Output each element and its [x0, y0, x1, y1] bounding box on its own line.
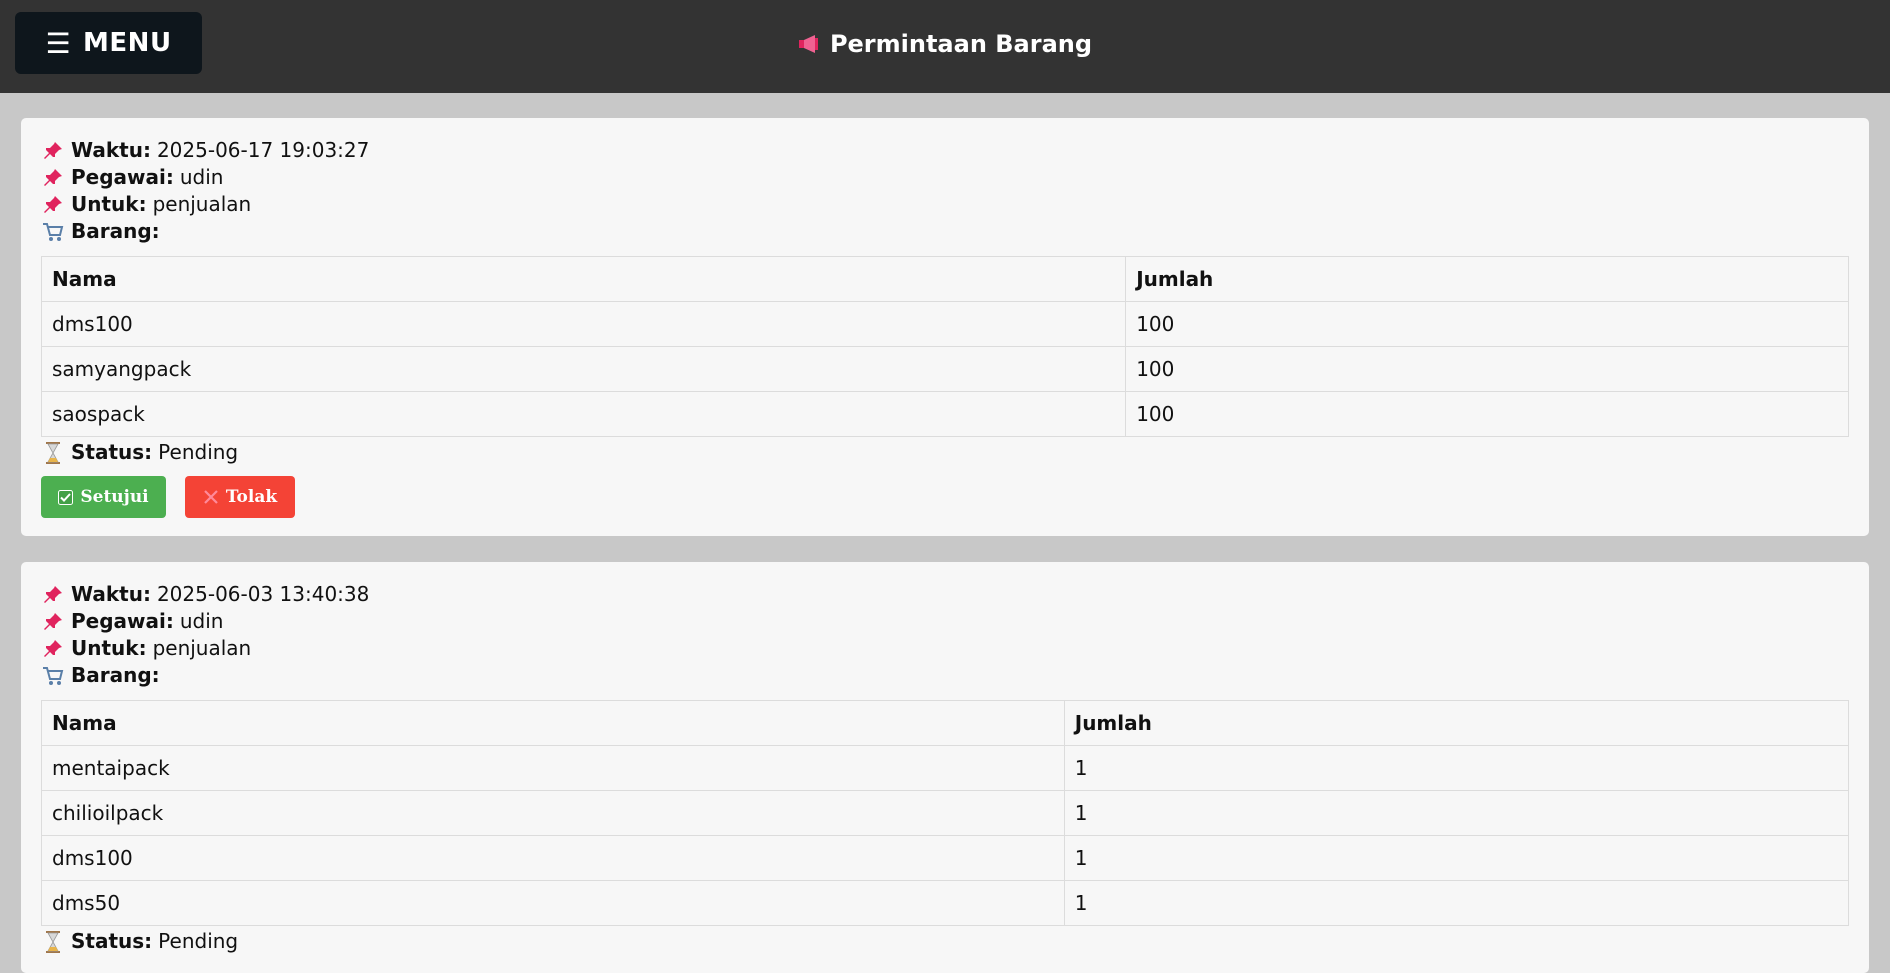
pushpin-icon [41, 639, 65, 659]
status-label: Status: [71, 929, 153, 953]
pushpin-icon [41, 612, 65, 632]
untuk-label: Untuk: [71, 636, 147, 660]
untuk-value: penjualan [152, 636, 252, 660]
status-line: Status: Pending [41, 928, 1849, 955]
check-icon [58, 489, 74, 505]
item-nama: dms100 [40, 301, 1127, 347]
waktu-label: Waktu: [71, 582, 151, 606]
barang-label: Barang: [71, 219, 160, 243]
table-row: saospack 100 [40, 391, 1849, 437]
item-jumlah: 100 [1125, 301, 1849, 347]
table-row: samyangpack 100 [40, 346, 1849, 392]
item-nama: chilioilpack [41, 790, 1065, 836]
table-row: dms100 100 [40, 301, 1849, 347]
request-card: Waktu: 2025-06-03 13:40:38 Pegawai: udin… [21, 562, 1869, 973]
action-buttons: Setujui Tolak [41, 476, 1849, 518]
status-value: Pending [158, 929, 239, 953]
request-list: Waktu: 2025-06-17 19:03:27 Pegawai: udin… [0, 93, 1890, 973]
approve-button[interactable]: Setujui [41, 476, 166, 518]
status-line: Status: Pending [41, 439, 1849, 466]
pegawai-line: Pegawai: udin [41, 608, 1849, 635]
pushpin-icon [41, 168, 65, 188]
column-header-jumlah: Jumlah [1063, 700, 1850, 746]
table-row: dms100 1 [41, 835, 1850, 881]
column-header-nama: Nama [41, 700, 1065, 746]
item-jumlah: 100 [1125, 391, 1849, 437]
barang-label: Barang: [71, 663, 160, 687]
pegawai-line: Pegawai: udin [41, 164, 1849, 191]
item-nama: dms50 [41, 880, 1065, 926]
item-jumlah: 1 [1063, 835, 1850, 881]
shopping-cart-icon [41, 666, 65, 686]
approve-label: Setujui [80, 487, 149, 507]
untuk-line: Untuk: penjualan [41, 635, 1849, 662]
pushpin-icon [41, 141, 65, 161]
item-nama: saospack [40, 391, 1127, 437]
table-row: chilioilpack 1 [41, 790, 1850, 836]
pegawai-value: udin [179, 609, 224, 633]
waktu-value: 2025-06-17 19:03:27 [156, 138, 370, 162]
waktu-label: Waktu: [71, 138, 151, 162]
items-table: Nama Jumlah dms100 100 samyangpack 100 s… [40, 256, 1849, 437]
pegawai-value: udin [179, 165, 224, 189]
table-header-row: Nama Jumlah [41, 700, 1850, 746]
megaphone-icon [798, 34, 820, 54]
shopping-cart-icon [41, 222, 65, 242]
table-header-row: Nama Jumlah [40, 256, 1849, 302]
table-row: mentaipack 1 [41, 745, 1850, 791]
status-value: Pending [158, 440, 239, 464]
reject-button[interactable]: Tolak [185, 476, 295, 518]
item-nama: samyangpack [40, 346, 1127, 392]
items-table: Nama Jumlah mentaipack 1 chilioilpack 1 … [41, 700, 1850, 926]
status-label: Status: [71, 440, 153, 464]
item-jumlah: 1 [1063, 880, 1850, 926]
page-title-text: Permintaan Barang [829, 30, 1093, 58]
item-jumlah: 1 [1063, 745, 1850, 791]
barang-line: Barang: [41, 218, 1849, 245]
waktu-line: Waktu: 2025-06-17 19:03:27 [41, 137, 1849, 164]
untuk-label: Untuk: [71, 192, 147, 216]
pegawai-label: Pegawai: [71, 609, 174, 633]
item-nama: dms100 [41, 835, 1065, 881]
request-card: Waktu: 2025-06-17 19:03:27 Pegawai: udin… [21, 118, 1869, 536]
column-header-nama: Nama [40, 256, 1127, 302]
hourglass-icon [41, 930, 65, 953]
reject-label: Tolak [225, 487, 278, 507]
top-bar: ☰ MENU Permintaan Barang [0, 0, 1890, 93]
item-jumlah: 1 [1063, 790, 1850, 836]
table-row: dms50 1 [41, 880, 1850, 926]
pushpin-icon [41, 195, 65, 215]
hourglass-icon [41, 441, 65, 464]
barang-line: Barang: [41, 662, 1849, 689]
item-jumlah: 100 [1125, 346, 1849, 392]
column-header-jumlah: Jumlah [1125, 256, 1849, 302]
page-title: Permintaan Barang [0, 0, 1890, 88]
waktu-value: 2025-06-03 13:40:38 [156, 582, 370, 606]
item-nama: mentaipack [41, 745, 1065, 791]
pushpin-icon [41, 585, 65, 605]
waktu-line: Waktu: 2025-06-03 13:40:38 [41, 581, 1849, 608]
pegawai-label: Pegawai: [71, 165, 174, 189]
cross-icon [203, 489, 219, 505]
untuk-value: penjualan [152, 192, 252, 216]
untuk-line: Untuk: penjualan [41, 191, 1849, 218]
